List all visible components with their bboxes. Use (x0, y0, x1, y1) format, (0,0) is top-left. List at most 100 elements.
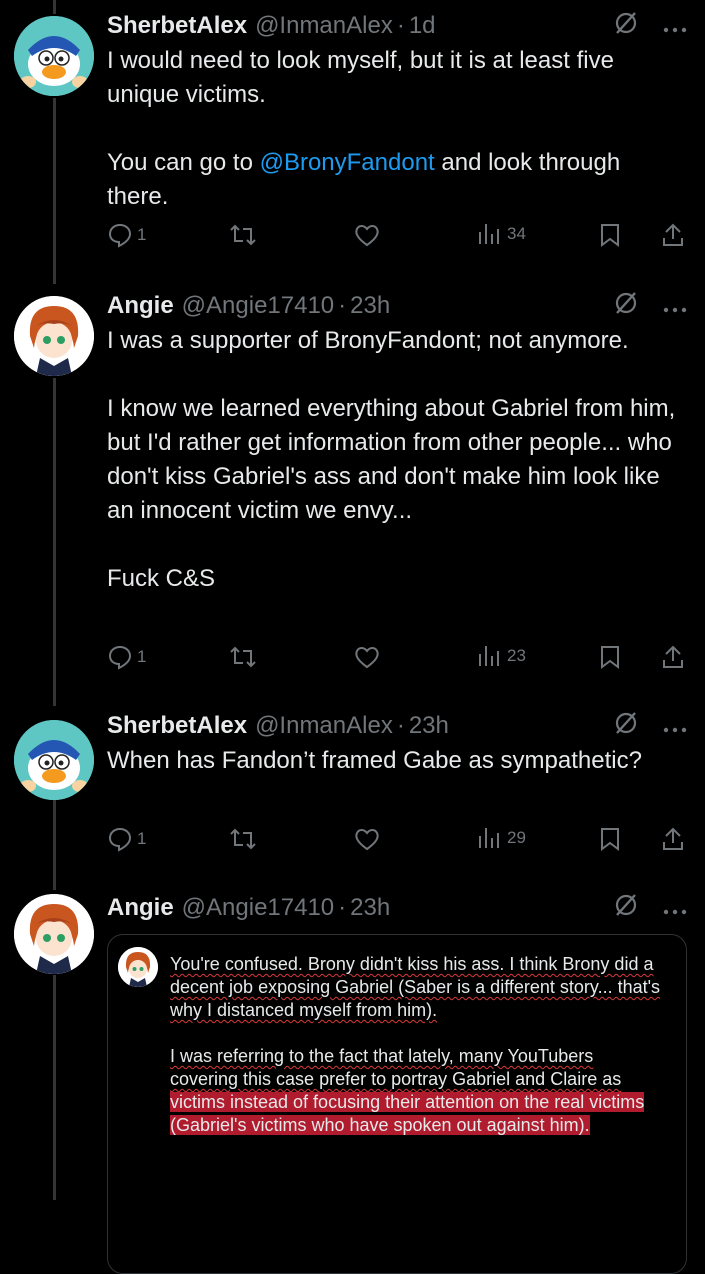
tweet-text: I would need to look myself, but it is a… (107, 44, 687, 214)
anime-girl-avatar-icon (14, 296, 94, 376)
tweet-header: SherbetAlex @InmanAlex · 23h (107, 710, 687, 742)
action-bar: 1 23 (0, 644, 705, 674)
views-count: 34 (507, 224, 526, 243)
reply-button[interactable]: 1 (107, 222, 146, 248)
text-span: You can go to (107, 149, 260, 176)
bookmark-button[interactable] (599, 644, 621, 670)
tweet[interactable]: Angie @Angie17410 · 23h I was a supporte… (0, 284, 705, 694)
views-icon (477, 826, 499, 850)
tweet-header: SherbetAlex @InmanAlex · 1d (107, 10, 687, 42)
reply-icon (107, 644, 133, 670)
share-icon (661, 826, 685, 852)
quoted-paragraph: I was referring to the fact that lately,… (170, 1045, 666, 1137)
bird-avatar-icon (14, 16, 94, 96)
tweet-header: Angie @Angie17410 · 23h (107, 892, 687, 924)
timestamp[interactable]: 23h (350, 894, 390, 922)
mention-link[interactable]: @BronyFandont (260, 149, 435, 176)
tweet-header: Angie @Angie17410 · 23h (107, 290, 687, 322)
like-button[interactable] (353, 826, 381, 852)
separator-dot: · (338, 292, 347, 319)
retweet-icon (229, 222, 257, 248)
share-icon (661, 222, 685, 248)
quoted-text: You're confused. Brony didn't kiss his a… (170, 953, 666, 1137)
separator-dot: · (396, 712, 405, 739)
bookmark-button[interactable] (599, 222, 621, 248)
separator-dot: · (396, 12, 405, 39)
quoted-image[interactable]: You're confused. Brony didn't kiss his a… (107, 934, 687, 1274)
tweet-text: I was a supporter of BronyFandont; not a… (107, 324, 687, 596)
grok-icon[interactable] (613, 290, 639, 323)
avatar[interactable] (14, 296, 94, 376)
separator-dot: · (338, 894, 347, 921)
reply-button[interactable]: 1 (107, 644, 146, 670)
more-icon[interactable] (663, 894, 687, 922)
retweet-button[interactable] (229, 644, 257, 670)
timestamp[interactable]: 23h (350, 292, 390, 320)
bookmark-icon (599, 644, 621, 670)
avatar[interactable] (14, 894, 94, 974)
tweet-paragraph: You can go to @BronyFandont and look thr… (107, 146, 687, 214)
user-handle[interactable]: @Angie17410 (182, 894, 334, 922)
anime-girl-avatar-icon (118, 947, 158, 987)
retweet-icon (229, 644, 257, 670)
avatar[interactable] (14, 16, 94, 96)
views-icon (477, 644, 499, 668)
user-handle[interactable]: @Angie17410 (182, 292, 334, 320)
like-icon (353, 644, 381, 670)
tweet[interactable]: Angie @Angie17410 · 23h You're confused.… (0, 886, 705, 1274)
retweet-button[interactable] (229, 826, 257, 852)
user-handle[interactable]: @InmanAlex (255, 712, 393, 740)
like-button[interactable] (353, 222, 381, 248)
grok-icon[interactable] (613, 10, 639, 43)
anime-girl-avatar-icon (14, 894, 94, 974)
tweet-paragraph: I would need to look myself, but it is a… (107, 47, 614, 108)
grok-icon[interactable] (613, 710, 639, 743)
reply-icon (107, 222, 133, 248)
share-button[interactable] (661, 222, 685, 248)
retweet-button[interactable] (229, 222, 257, 248)
display-name[interactable]: SherbetAlex (107, 712, 247, 740)
more-icon[interactable] (663, 712, 687, 740)
views-button[interactable]: 34 (477, 222, 526, 246)
avatar[interactable] (14, 720, 94, 800)
tweet-paragraph: I know we learned everything about Gabri… (107, 395, 676, 524)
bookmark-icon (599, 222, 621, 248)
more-icon[interactable] (663, 12, 687, 40)
reply-button[interactable]: 1 (107, 826, 146, 852)
reply-count: 1 (137, 225, 147, 244)
quoted-text-plain: I was referring to the fact that lately,… (170, 1046, 622, 1089)
timestamp[interactable]: 1d (409, 12, 436, 40)
reply-icon (107, 826, 133, 852)
views-button[interactable]: 29 (477, 826, 526, 850)
share-button[interactable] (661, 826, 685, 852)
display-name[interactable]: Angie (107, 292, 174, 320)
more-icon[interactable] (663, 292, 687, 320)
quoted-text-highlight: victims instead of focusing their attent… (170, 1092, 645, 1135)
grok-icon[interactable] (613, 892, 639, 925)
retweet-icon (229, 826, 257, 852)
bookmark-button[interactable] (599, 826, 621, 852)
quoted-paragraph: You're confused. Brony didn't kiss his a… (170, 954, 661, 1020)
display-name[interactable]: SherbetAlex (107, 12, 247, 40)
bird-avatar-icon (14, 720, 94, 800)
quoted-avatar (118, 947, 158, 987)
tweet-paragraph: When has Fandon’t framed Gabe as sympath… (107, 747, 642, 774)
reply-count: 1 (137, 829, 147, 848)
timestamp[interactable]: 23h (409, 712, 449, 740)
share-icon (661, 644, 685, 670)
share-button[interactable] (661, 644, 685, 670)
reply-count: 1 (137, 647, 147, 666)
action-bar: 1 29 (0, 826, 705, 856)
bookmark-icon (599, 826, 621, 852)
tweet[interactable]: SherbetAlex @InmanAlex · 1d I would need… (0, 0, 705, 270)
tweet-text: When has Fandon’t framed Gabe as sympath… (107, 744, 687, 778)
tweet[interactable]: SherbetAlex @InmanAlex · 23h When has Fa… (0, 706, 705, 886)
like-button[interactable] (353, 644, 381, 670)
user-handle[interactable]: @InmanAlex (255, 12, 393, 40)
tweet-paragraph: I was a supporter of BronyFandont; not a… (107, 327, 629, 354)
display-name[interactable]: Angie (107, 894, 174, 922)
tweet-paragraph: Fuck C&S (107, 565, 216, 592)
like-icon (353, 826, 381, 852)
views-icon (477, 222, 499, 246)
views-button[interactable]: 23 (477, 644, 526, 668)
